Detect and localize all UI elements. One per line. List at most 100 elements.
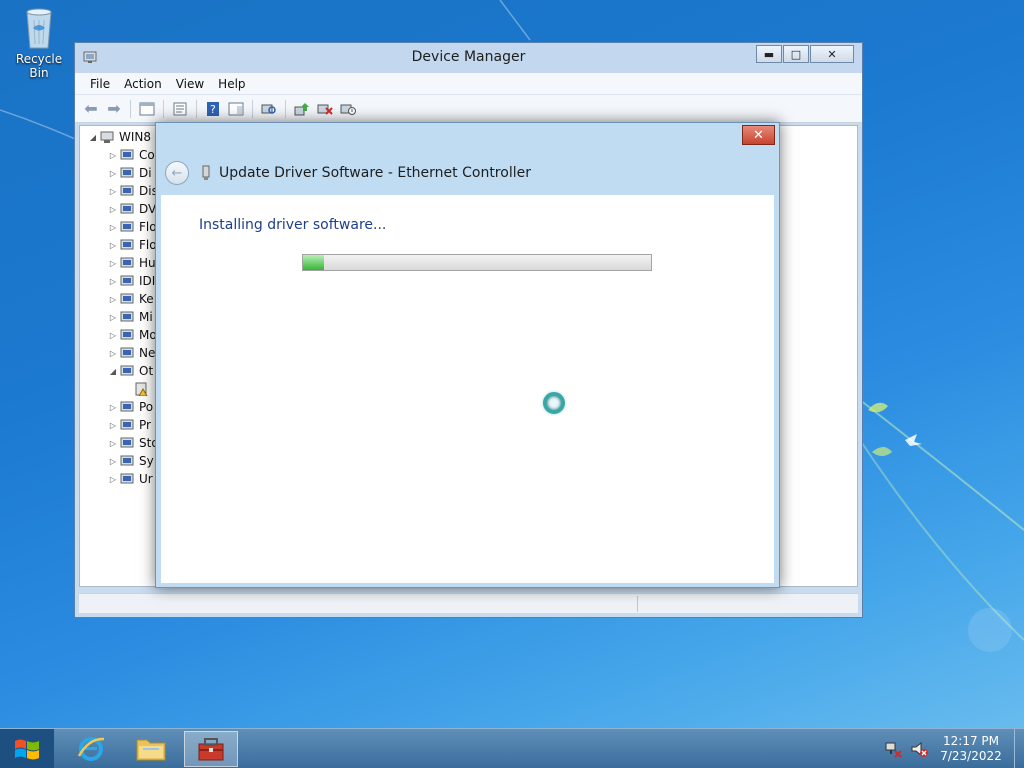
uninstall-device-button[interactable] — [315, 99, 335, 119]
dialog-close-button[interactable]: ✕ — [742, 125, 775, 145]
close-button[interactable]: ✕ — [810, 45, 854, 63]
device-tree: ◢ WIN8 ▷ Co ▷ Di ▷ Dis ▷ DV ▷ Flo ▷ Flo ▷ Hu ▷ IDI ▷ Ke ▷ M… — [88, 128, 159, 488]
taskbar-device-manager[interactable] — [184, 731, 238, 767]
network-icon[interactable] — [884, 740, 902, 758]
expand-arrow-icon[interactable]: ▷ — [108, 439, 118, 448]
dialog-back-button[interactable]: ← — [165, 161, 189, 185]
back-button[interactable]: ⬅ — [81, 99, 101, 119]
properties-button[interactable] — [170, 99, 190, 119]
expand-arrow-icon[interactable]: ▷ — [108, 313, 118, 322]
expand-arrow-icon[interactable]: ▷ — [108, 241, 118, 250]
taskbar-internet-explorer[interactable] — [64, 731, 118, 767]
expand-arrow-icon[interactable]: ▷ — [108, 475, 118, 484]
expand-arrow-icon[interactable]: ▷ — [108, 223, 118, 232]
tree-item[interactable] — [108, 380, 159, 398]
update-driver-dialog[interactable]: ✕ ← Update Driver Software - Ethernet Co… — [155, 122, 780, 588]
tree-item[interactable]: ▷ Ne — [108, 344, 159, 362]
expand-arrow-icon[interactable]: ▷ — [108, 151, 118, 160]
expand-arrow-icon[interactable]: ◢ — [108, 367, 118, 376]
recycle-bin-shortcut[interactable]: Recycle Bin — [6, 6, 72, 80]
dialog-header: ← Update Driver Software - Ethernet Cont… — [156, 153, 779, 193]
menu-file[interactable]: File — [83, 77, 117, 91]
forward-button[interactable]: ➡ — [104, 99, 124, 119]
disable-device-button[interactable] — [338, 99, 358, 119]
tree-item-label: Ot — [139, 364, 154, 378]
help-button[interactable]: ? — [203, 99, 223, 119]
minimize-icon: ▬ — [763, 47, 775, 61]
tree-item-label: IDI — [139, 274, 156, 288]
ethernet-device-icon — [201, 165, 211, 181]
toolbar-separator — [163, 99, 164, 118]
scan-hardware-icon — [261, 104, 276, 114]
clock-date: 7/23/2022 — [940, 749, 1002, 763]
toolbar: ⬅ ➡ ? — [75, 95, 862, 123]
tree-item[interactable]: ▷ Pr — [108, 416, 159, 434]
expand-arrow-icon[interactable]: ▷ — [108, 403, 118, 412]
tree-item[interactable]: ▷ Mo — [108, 326, 159, 344]
tree-item[interactable]: ▷ Di — [108, 164, 159, 182]
menu-action[interactable]: Action — [117, 77, 169, 91]
close-icon: ✕ — [753, 127, 764, 143]
menu-help[interactable]: Help — [211, 77, 252, 91]
windows-logo-icon — [15, 739, 39, 760]
expand-arrow-icon[interactable]: ▷ — [108, 259, 118, 268]
tree-item[interactable]: ▷ Sy — [108, 452, 159, 470]
maximize-button[interactable]: □ — [783, 45, 809, 63]
action-pane-button[interactable] — [226, 99, 246, 119]
tree-item[interactable]: ▷ Dis — [108, 182, 159, 200]
volume-muted-icon[interactable] — [910, 740, 928, 758]
tree-item[interactable]: ▷ Hu — [108, 254, 159, 272]
update-driver-button[interactable] — [292, 99, 312, 119]
expand-arrow-icon[interactable]: ▷ — [108, 331, 118, 340]
scan-hardware-button[interactable] — [259, 99, 279, 119]
expand-arrow-icon[interactable]: ▷ — [108, 421, 118, 430]
tree-item[interactable]: ▷ Co — [108, 146, 159, 164]
tree-item-label: Mi — [139, 310, 153, 324]
tree-item[interactable]: ▷ Ke — [108, 290, 159, 308]
device-category-icon — [120, 292, 136, 306]
tree-item-label: Co — [139, 148, 155, 162]
expand-arrow-icon[interactable]: ▷ — [108, 277, 118, 286]
update-driver-icon — [294, 102, 309, 115]
expand-arrow-icon[interactable]: ▷ — [108, 295, 118, 304]
device-category-icon — [120, 202, 136, 216]
expand-arrow-icon[interactable]: ▷ — [108, 187, 118, 196]
expand-arrow-icon[interactable]: ▷ — [108, 205, 118, 214]
tree-item[interactable]: ▷ Flo — [108, 218, 159, 236]
toolbar-separator — [252, 99, 253, 118]
tree-item[interactable]: ◢ Ot — [108, 362, 159, 380]
tree-item[interactable]: ▷ IDI — [108, 272, 159, 290]
console-tree-icon — [139, 102, 155, 115]
taskbar-file-explorer[interactable] — [124, 731, 178, 767]
tree-item-label: DV — [139, 202, 157, 216]
menu-view[interactable]: View — [169, 77, 211, 91]
tree-item-label: Sy — [139, 454, 154, 468]
expand-arrow-icon[interactable]: ▷ — [108, 169, 118, 178]
device-category-icon — [120, 454, 136, 468]
tree-item[interactable]: ▷ DV — [108, 200, 159, 218]
tree-item[interactable]: ▷ Ur — [108, 470, 159, 488]
expand-arrow-icon[interactable]: ▷ — [108, 457, 118, 466]
computer-icon — [100, 130, 116, 144]
device-manager-titlebar[interactable]: Device Manager ▬ □ ✕ — [75, 43, 862, 73]
installing-status-text: Installing driver software... — [199, 217, 387, 233]
clock[interactable]: 12:17 PM 7/23/2022 — [936, 734, 1006, 764]
tree-root[interactable]: ◢ WIN8 — [88, 128, 159, 146]
tree-item-label: Ne — [139, 346, 156, 360]
back-arrow-icon: ← — [171, 165, 183, 181]
tree-item[interactable]: ▷ Sto — [108, 434, 159, 452]
expand-arrow-icon[interactable]: ▷ — [108, 349, 118, 358]
forward-arrow-icon: ➡ — [107, 99, 121, 118]
properties-icon — [173, 102, 187, 115]
folder-icon — [136, 739, 166, 761]
warning-device-icon — [134, 382, 150, 396]
minimize-button[interactable]: ▬ — [756, 45, 782, 63]
tree-item[interactable]: ▷ Flo — [108, 236, 159, 254]
device-category-icon — [120, 274, 136, 288]
show-desktop-button[interactable] — [1014, 729, 1024, 768]
start-button[interactable] — [0, 729, 54, 768]
tree-item[interactable]: ▷ Mi — [108, 308, 159, 326]
tree-item[interactable]: ▷ Po — [108, 398, 159, 416]
console-tree-button[interactable] — [137, 99, 157, 119]
tree-item-label: Hu — [139, 256, 156, 270]
